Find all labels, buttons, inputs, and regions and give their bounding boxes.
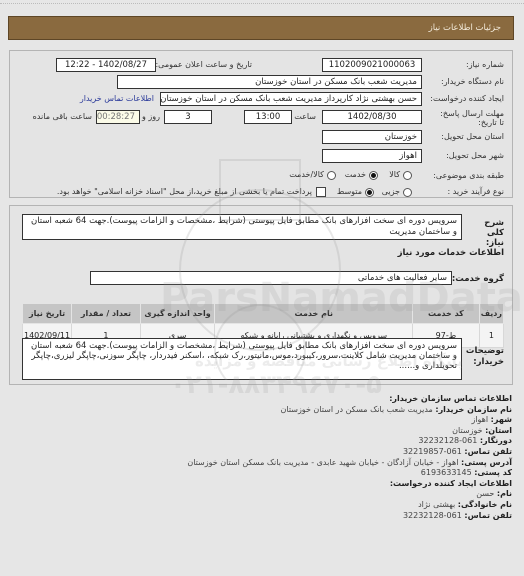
col-unit: واحد اندازه گیری	[139, 303, 216, 324]
col-quantity: تعداد / مقدار	[71, 303, 141, 324]
remaining-time-field: 00:28:27	[96, 110, 140, 124]
cell-row-number: 1	[478, 323, 505, 348]
buyer-org-label: نام دستگاه خریدار:	[441, 77, 504, 86]
col-row-number: ردیف	[478, 303, 505, 324]
page-title: جزئیات اطلاعات نیاز	[428, 23, 501, 33]
category-goods-label: کالا	[389, 170, 400, 179]
service-group-field[interactable]: سایر فعالیت های خدماتی	[90, 271, 452, 285]
fax-value: 061-32232128	[418, 436, 478, 446]
announce-label: تاریخ و ساعت اعلان عمومی:	[155, 60, 252, 69]
last-name-value: بهشتی نژاد	[418, 499, 456, 509]
category-label: طبقه بندی موضوعی:	[433, 171, 504, 180]
org-name-value: مدیریت شعب بانک مسکن در استان خوزستان	[280, 404, 433, 414]
col-need-date: تاریخ نیاز	[21, 303, 73, 324]
creator-label: ایجاد کننده درخواست:	[430, 94, 504, 103]
contact-province-value: خوزستان	[452, 425, 483, 435]
postal-code-value: 6193633145	[420, 468, 472, 478]
deadline-date-field[interactable]: 1402/08/30	[322, 110, 422, 124]
phone-value: 061-32219857	[402, 446, 462, 456]
details-panel: شرح کلی نیاز: سرویس دوره ای سخت افزارهای…	[9, 205, 513, 385]
process-radio-minor[interactable]	[403, 188, 412, 197]
col-service-name: نام خدمت	[214, 303, 414, 324]
address-value: اهواز - خیابان آزادگان - خیابان شهید عاب…	[187, 457, 459, 467]
buyer-notes-field[interactable]: سرویس دوره ای سخت افزارهای بانک مطابق فا…	[22, 338, 462, 380]
services-heading: اطلاعات خدمات مورد نیاز	[397, 248, 504, 258]
remaining-label: ساعت باقی مانده	[32, 112, 92, 121]
province-label: استان محل تحویل:	[441, 132, 504, 141]
contact-city-value: اهواز	[471, 415, 489, 425]
buyer-notes-label: توضیحات خریدار:	[465, 346, 504, 367]
process-medium-label: متوسط	[336, 187, 362, 196]
org-name-label: نام سازمان خریدار:	[435, 404, 512, 414]
contact-info: اطلاعات تماس سازمان خریدار: نام سازمان خ…	[187, 394, 512, 521]
creator-field[interactable]: حسن بهشتی نژاد کارپرداز مدیریت شعب بانک …	[160, 92, 422, 106]
last-name-label: نام خانوادگی:	[457, 499, 512, 509]
category-radio-goods[interactable]	[403, 171, 412, 180]
category-service-label: خدمت	[344, 170, 366, 179]
creator-info-heading: اطلاعات ایجاد کننده درخواست:	[389, 478, 512, 488]
contact-province-label: استان:	[485, 425, 512, 435]
creator-phone-value: 061-32232128	[402, 510, 462, 520]
time-label: ساعت	[294, 112, 316, 121]
city-field[interactable]: اهواز	[322, 149, 422, 163]
days-label: روز و	[142, 112, 160, 121]
buyer-org-field[interactable]: مدیریت شعب بانک مسکن در استان خوزستان	[117, 75, 422, 89]
summary-panel: شماره نیاز: 1102009021000063 تاریخ و ساع…	[9, 50, 513, 198]
first-name-label: نام:	[496, 489, 512, 499]
service-group-label: گروه خدمت:	[451, 274, 504, 284]
creator-phone-label: تلفن تماس:	[464, 510, 512, 520]
description-field[interactable]: سرویس دوره ای سخت افزارهای بانک مطابق فا…	[22, 214, 462, 240]
treasury-payment-checkbox[interactable]	[316, 187, 326, 197]
category-radio-service[interactable]	[369, 171, 378, 180]
contact-city-label: شهر:	[490, 415, 512, 425]
deadline-time-field[interactable]: 13:00	[244, 110, 292, 124]
process-minor-label: جزیی	[381, 187, 400, 196]
col-service-code: کد خدمت	[412, 303, 480, 324]
address-label: آدرس پستی:	[461, 457, 512, 467]
category-radio-goods-service[interactable]	[327, 171, 336, 180]
deadline-label: مهلت ارسال پاسخ: تا تاریخ:	[440, 109, 504, 127]
first-name-value: حسن	[476, 489, 495, 499]
announce-datetime-field[interactable]: 1402/08/27 - 12:22	[56, 58, 156, 72]
need-number-field[interactable]: 1102009021000063	[322, 58, 422, 72]
need-number-label: شماره نیاز:	[466, 60, 504, 69]
days-field[interactable]: 3	[164, 110, 212, 124]
postal-code-label: کد پستی:	[474, 468, 512, 478]
treasury-payment-label: پرداخت تمام یا بخشی از مبلغ خرید،از محل …	[56, 187, 312, 196]
page-header: جزئیات اطلاعات نیاز	[8, 16, 514, 40]
description-label: شرح کلی نیاز:	[484, 218, 504, 248]
category-goods-service-label: کالا/خدمت	[289, 170, 324, 179]
province-field[interactable]: خوزستان	[322, 130, 422, 144]
process-radio-medium[interactable]	[365, 188, 374, 197]
phone-label: تلفن تماس:	[464, 446, 512, 456]
process-label: نوع فرآیند خرید :	[447, 187, 504, 196]
buyer-contact-link[interactable]: اطلاعات تماس خریدار	[80, 94, 154, 103]
city-label: شهر محل تحویل:	[446, 151, 504, 160]
table-header-row: ردیف کد خدمت نام خدمت واحد اندازه گیری ت…	[21, 303, 505, 324]
top-border	[0, 0, 524, 4]
fax-label: دورنگار:	[479, 436, 512, 446]
org-contact-heading: اطلاعات تماس سازمان خریدار:	[389, 394, 512, 403]
